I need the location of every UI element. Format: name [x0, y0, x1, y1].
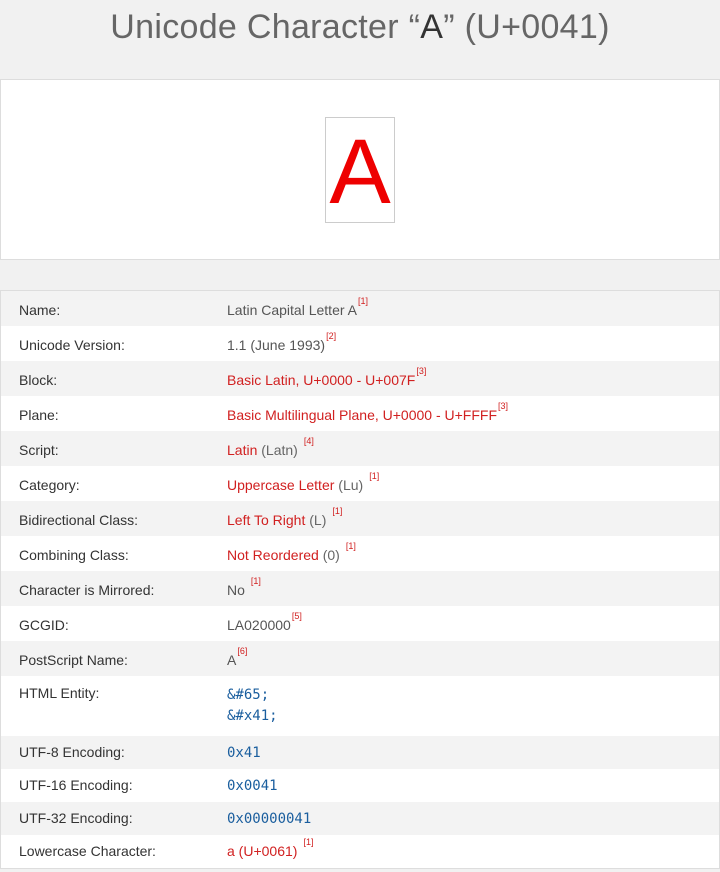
block-ref-link[interactable]: [3]	[416, 366, 426, 376]
utf32-label: UTF-32 Encoding:	[19, 810, 133, 826]
mirrored-value-cell: No [1]	[227, 571, 719, 598]
utf32-value: 0x00000041	[227, 811, 312, 827]
character-details-table: Name: Latin Capital Letter A[1] Unicode …	[0, 290, 720, 869]
utf8-value: 0x41	[227, 745, 261, 761]
script-code: (Latn)	[261, 442, 298, 458]
bidi-code: (L)	[309, 512, 327, 528]
row-utf32: UTF-32 Encoding: 0x00000041	[1, 802, 719, 835]
postscript-ref-link[interactable]: [6]	[237, 646, 247, 656]
utf16-value: 0x0041	[227, 778, 278, 794]
lowercase-value-cell: a (U+0061) [1]	[227, 835, 719, 859]
row-plane: Plane: Basic Multilingual Plane, U+0000 …	[1, 396, 719, 431]
plane-link[interactable]: Basic Multilingual Plane, U+0000 - U+FFF…	[227, 407, 497, 423]
gcgid-label: GCGID:	[19, 617, 69, 633]
unicode-version-ref-link[interactable]: [2]	[326, 331, 336, 341]
name-label: Name:	[19, 302, 61, 318]
row-html-entity: HTML Entity: &#65; &#x41;	[1, 676, 719, 736]
bidi-label: Bidirectional Class:	[19, 512, 139, 528]
postscript-value: A	[227, 652, 237, 668]
html-entity-decimal: &#65;	[227, 687, 270, 703]
row-lowercase: Lowercase Character: a (U+0061) [1]	[1, 835, 719, 868]
row-gcgid: GCGID: LA020000[5]	[1, 606, 719, 641]
title-prefix: Unicode Character “	[110, 8, 421, 46]
plane-label: Plane:	[19, 407, 59, 423]
utf8-label: UTF-8 Encoding:	[19, 744, 125, 760]
unicode-version-label: Unicode Version:	[19, 337, 125, 353]
script-ref-link[interactable]: [4]	[304, 436, 314, 446]
name-value-cell: Latin Capital Letter A[1]	[227, 291, 719, 318]
bidi-value-cell: Left To Right (L) [1]	[227, 501, 719, 528]
row-block: Block: Basic Latin, U+0000 - U+007F[3]	[1, 361, 719, 396]
gcgid-value-cell: LA020000[5]	[227, 606, 719, 633]
postscript-label: PostScript Name:	[19, 652, 128, 668]
bidi-link[interactable]: Left To Right	[227, 512, 305, 528]
glyph-preview-panel: A	[0, 79, 720, 260]
row-unicode-version: Unicode Version: 1.1 (June 1993)[2]	[1, 326, 719, 361]
combining-value-cell: Not Reordered (0) [1]	[227, 536, 719, 563]
category-label: Category:	[19, 477, 80, 493]
gcgid-ref-link[interactable]: [5]	[292, 611, 302, 621]
combining-link[interactable]: Not Reordered	[227, 547, 319, 563]
mirrored-label: Character is Mirrored:	[19, 582, 155, 598]
name-value: Latin Capital Letter A	[227, 302, 357, 318]
gcgid-value: LA020000	[227, 617, 291, 633]
utf8-value-cell: 0x41	[227, 736, 719, 761]
block-link[interactable]: Basic Latin, U+0000 - U+007F	[227, 372, 415, 388]
utf16-label: UTF-16 Encoding:	[19, 777, 133, 793]
row-postscript-name: PostScript Name: A[6]	[1, 641, 719, 676]
combining-label: Combining Class:	[19, 547, 129, 563]
bidi-ref-link[interactable]: [1]	[332, 506, 342, 516]
row-utf8: UTF-8 Encoding: 0x41	[1, 736, 719, 769]
glyph-preview: A	[329, 121, 391, 223]
script-value-cell: Latin (Latn) [4]	[227, 431, 719, 458]
html-entity-value-cell: &#65; &#x41;	[227, 676, 719, 727]
lowercase-link[interactable]: a (U+0061)	[227, 843, 297, 859]
row-name: Name: Latin Capital Letter A[1]	[1, 291, 719, 326]
postscript-value-cell: A[6]	[227, 641, 719, 668]
name-ref-link[interactable]: [1]	[358, 296, 368, 306]
row-utf16: UTF-16 Encoding: 0x0041	[1, 769, 719, 802]
lowercase-ref-link[interactable]: [1]	[303, 837, 313, 847]
category-link[interactable]: Uppercase Letter	[227, 477, 334, 493]
title-suffix: ” (U+0041)	[443, 8, 610, 46]
row-combining-class: Combining Class: Not Reordered (0) [1]	[1, 536, 719, 571]
row-category: Category: Uppercase Letter (Lu) [1]	[1, 466, 719, 501]
category-code: (Lu)	[338, 477, 364, 493]
category-ref-link[interactable]: [1]	[369, 471, 379, 481]
title-char: A	[420, 8, 444, 46]
combining-ref-link[interactable]: [1]	[346, 541, 356, 551]
plane-ref-link[interactable]: [3]	[498, 401, 508, 411]
row-mirrored: Character is Mirrored: No [1]	[1, 571, 719, 606]
glyph-box: A	[325, 117, 395, 223]
row-script: Script: Latin (Latn) [4]	[1, 431, 719, 466]
mirrored-ref-link[interactable]: [1]	[251, 576, 261, 586]
combining-code: (0)	[322, 547, 340, 563]
lowercase-label: Lowercase Character:	[19, 843, 156, 859]
block-label: Block:	[19, 372, 58, 388]
script-link[interactable]: Latin	[227, 442, 257, 458]
mirrored-value: No	[227, 582, 245, 598]
utf32-value-cell: 0x00000041	[227, 802, 719, 827]
html-entity-hex: &#x41;	[227, 708, 278, 724]
html-entity-label: HTML Entity:	[19, 685, 100, 701]
utf16-value-cell: 0x0041	[227, 769, 719, 794]
row-bidi-class: Bidirectional Class: Left To Right (L) [1…	[1, 501, 719, 536]
block-value-cell: Basic Latin, U+0000 - U+007F[3]	[227, 361, 719, 388]
page-title: Unicode Character “A” (U+0041)	[0, 8, 720, 47]
category-value-cell: Uppercase Letter (Lu) [1]	[227, 466, 719, 493]
unicode-version-value: 1.1 (June 1993)	[227, 337, 326, 353]
unicode-version-value-cell: 1.1 (June 1993)[2]	[227, 326, 719, 353]
script-label: Script:	[19, 442, 59, 458]
plane-value-cell: Basic Multilingual Plane, U+0000 - U+FFF…	[227, 396, 719, 423]
